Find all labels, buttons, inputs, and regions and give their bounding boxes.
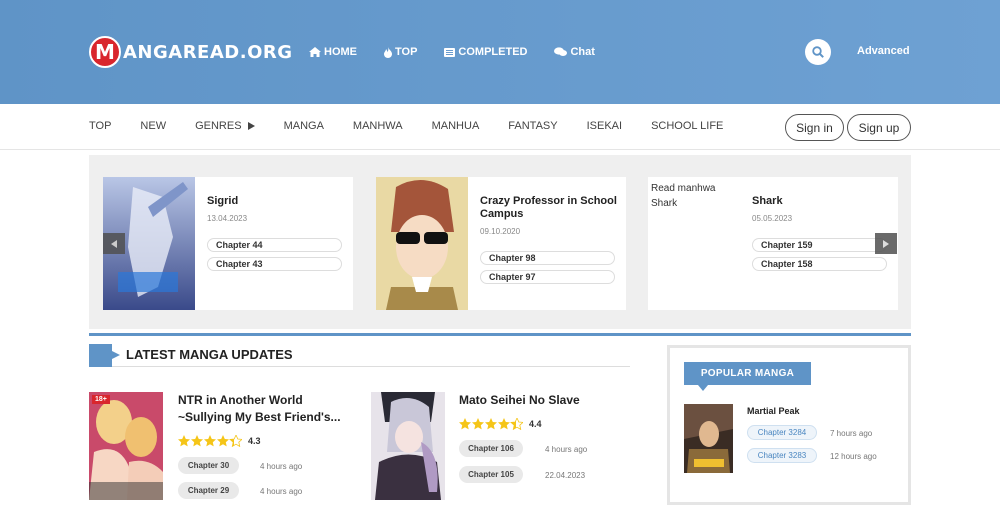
cover-image[interactable] xyxy=(376,177,468,310)
nav-home-label: HOME xyxy=(324,46,357,58)
chapter-time: 4 hours ago xyxy=(260,487,303,496)
chapter-time: 22.04.2023 xyxy=(545,471,586,480)
popular-manga-title: POPULAR MANGA xyxy=(684,362,811,391)
latest-updates-header: LATEST MANGA UPDATES xyxy=(89,344,630,367)
chevron-left-icon xyxy=(111,239,117,248)
manga-title-line1[interactable]: NTR in Another World xyxy=(178,392,303,409)
sign-in-button[interactable]: Sign in xyxy=(785,114,844,141)
nav-chat[interactable]: Chat xyxy=(554,46,595,58)
cat-manhwa[interactable]: MANHWA xyxy=(353,120,403,132)
cat-genres-label: GENRES xyxy=(195,120,242,132)
nav-completed-label: COMPLETED xyxy=(458,46,528,58)
logo-badge: M xyxy=(89,36,121,68)
section-flag-icon xyxy=(89,344,120,367)
chapter-link[interactable]: Chapter 105 xyxy=(459,466,523,483)
chapter-link[interactable]: Chapter 3284 xyxy=(747,425,817,440)
home-icon xyxy=(309,47,321,57)
slider-title[interactable]: Sigrid xyxy=(207,195,238,208)
chapter-link[interactable]: Chapter 159 xyxy=(752,238,887,252)
chapter-link[interactable]: Chapter 158 xyxy=(752,257,887,271)
fire-icon xyxy=(384,46,392,58)
chapter-link[interactable]: Chapter 29 xyxy=(178,482,239,499)
chapter-time: 4 hours ago xyxy=(545,445,588,454)
site-header: M ANGAREAD.ORG HOME TOP COMPLETED Chat A… xyxy=(0,0,1000,104)
slider-prev-button[interactable] xyxy=(103,233,125,254)
chat-icon xyxy=(554,47,568,56)
advanced-search-link[interactable]: Advanced xyxy=(857,45,910,57)
cover-image[interactable] xyxy=(371,392,445,500)
slider-next-button[interactable] xyxy=(875,233,897,254)
chapter-link[interactable]: Chapter 3283 xyxy=(747,448,817,463)
latest-updates-title: LATEST MANGA UPDATES xyxy=(126,347,293,362)
star-rating-icon xyxy=(459,418,523,430)
slider-title[interactable]: Crazy Professor in School Campus xyxy=(480,195,620,221)
broken-cover-alt[interactable]: Read manhwa Shark xyxy=(651,181,739,211)
search-icon xyxy=(812,46,824,58)
rating-stars: 4.3 xyxy=(178,435,261,447)
logo-text: ANGAREAD.ORG xyxy=(123,41,293,63)
cat-new[interactable]: NEW xyxy=(140,120,166,132)
manga-title-line2[interactable]: ~Sullying My Best Friend's... xyxy=(178,409,341,426)
slider-date: 09.10.2020 xyxy=(480,227,521,236)
chapter-time: 12 hours ago xyxy=(830,452,877,461)
star-rating-icon xyxy=(178,435,242,447)
nav-top-label: TOP xyxy=(395,46,418,58)
cat-isekai[interactable]: ISEKAI xyxy=(587,120,622,132)
caret-right-icon xyxy=(247,122,255,130)
chapter-link[interactable]: Chapter 30 xyxy=(178,457,239,474)
chapter-link[interactable]: Chapter 97 xyxy=(480,270,615,284)
slider-card[interactable]: Sigrid 13.04.2023 Chapter 44 Chapter 43 xyxy=(103,177,353,310)
cover-image[interactable] xyxy=(684,404,733,473)
chapter-time: 7 hours ago xyxy=(830,429,873,438)
slider-title[interactable]: Shark xyxy=(752,195,783,208)
slider-date: 05.05.2023 xyxy=(752,214,793,223)
cat-manhua[interactable]: MANHUA xyxy=(432,120,480,132)
search-button[interactable] xyxy=(805,39,831,65)
adult-badge: 18+ xyxy=(92,395,110,404)
main-nav: HOME TOP COMPLETED Chat xyxy=(309,44,622,60)
chapter-link[interactable]: Chapter 98 xyxy=(480,251,615,265)
cover-image[interactable]: 18+ xyxy=(89,392,163,500)
slider-date: 13.04.2023 xyxy=(207,214,248,223)
site-logo[interactable]: M ANGAREAD.ORG xyxy=(89,36,293,68)
chapter-link[interactable]: Chapter 44 xyxy=(207,238,342,252)
rating-value: 4.4 xyxy=(529,419,542,429)
section-divider xyxy=(89,333,911,336)
nav-completed[interactable]: COMPLETED xyxy=(444,46,527,58)
rating-value: 4.3 xyxy=(248,436,261,446)
slider-card[interactable]: Crazy Professor in School Campus 09.10.2… xyxy=(376,177,626,310)
chapter-time: 4 hours ago xyxy=(260,462,303,471)
chapter-link[interactable]: Chapter 106 xyxy=(459,440,523,457)
nav-home[interactable]: HOME xyxy=(309,46,357,58)
category-nav: TOP NEW GENRES MANGA MANHWA MANHUA FANTA… xyxy=(0,104,1000,150)
cat-genres[interactable]: GENRES xyxy=(195,120,255,132)
popular-title[interactable]: Martial Peak xyxy=(747,406,800,416)
cat-school-life[interactable]: SCHOOL LIFE xyxy=(651,120,723,132)
nav-chat-label: Chat xyxy=(570,46,595,58)
rating-stars: 4.4 xyxy=(459,418,542,430)
cat-top[interactable]: TOP xyxy=(89,120,111,132)
featured-slider: Sigrid 13.04.2023 Chapter 44 Chapter 43 … xyxy=(89,155,911,329)
chevron-right-icon xyxy=(883,239,889,248)
nav-top[interactable]: TOP xyxy=(384,46,417,58)
list-icon xyxy=(444,47,456,57)
cat-manga[interactable]: MANGA xyxy=(284,120,324,132)
manga-title[interactable]: Mato Seihei No Slave xyxy=(459,392,580,409)
slider-card[interactable]: Read manhwa Shark Shark 05.05.2023 Chapt… xyxy=(648,177,898,310)
cat-fantasy[interactable]: FANTASY xyxy=(508,120,557,132)
chapter-link[interactable]: Chapter 43 xyxy=(207,257,342,271)
sign-up-button[interactable]: Sign up xyxy=(847,114,911,141)
